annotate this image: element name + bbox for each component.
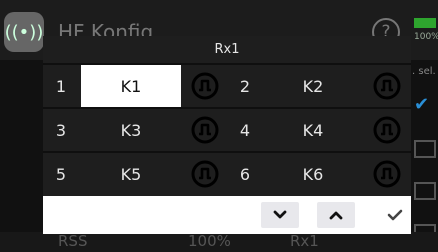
background-bottom-mid: 100% [188,232,231,250]
battery-icon [414,18,436,28]
channel-number-1: 1 [55,76,67,96]
chevron-down-icon [273,210,287,219]
check-icon[interactable]: ✔ [414,94,429,115]
channel-option-k2[interactable]: K2 [263,65,363,107]
channel-number-6: 6 [239,164,251,184]
dialog-toolbar [43,196,411,234]
channel-option-k5[interactable]: K5 [81,153,181,195]
channel-option-k3[interactable]: K3 [81,109,181,151]
channel-option-k4[interactable]: K4 [263,109,363,151]
channel-number-4: 4 [239,120,251,140]
battery-percent: 100% [414,32,438,42]
channel-option-k6[interactable]: K6 [263,153,363,195]
channel-option-k1[interactable]: K1 [81,65,181,107]
pulse-mode-icon[interactable] [185,65,225,107]
rf-antenna-icon: ((•)) [4,12,44,52]
pulse-mode-icon[interactable] [367,109,407,151]
background-bottom-left: RSS [58,232,88,250]
pulse-mode-icon[interactable] [367,65,407,107]
channel-select-dialog: Rx1 1 K1 2 K2 3 K3 4 K4 5 K5 6 K6 [43,36,411,234]
channel-number-5: 5 [55,164,67,184]
checkmark-icon [387,209,403,221]
checkbox[interactable] [414,182,436,200]
scroll-down-button[interactable] [261,202,299,228]
channel-number-2: 2 [239,76,251,96]
channel-number-3: 3 [55,120,67,140]
checkbox[interactable] [414,140,436,158]
pulse-mode-icon[interactable] [185,153,225,195]
chevron-up-icon [329,211,343,220]
dialog-title: Rx1 [214,42,240,57]
pulse-mode-icon[interactable] [367,153,407,195]
confirm-button[interactable] [383,202,407,228]
sel-label: . sel. [412,66,436,77]
scroll-up-button[interactable] [317,202,355,228]
pulse-mode-icon[interactable] [185,109,225,151]
background-bottom-right: Rx1 [290,232,319,250]
